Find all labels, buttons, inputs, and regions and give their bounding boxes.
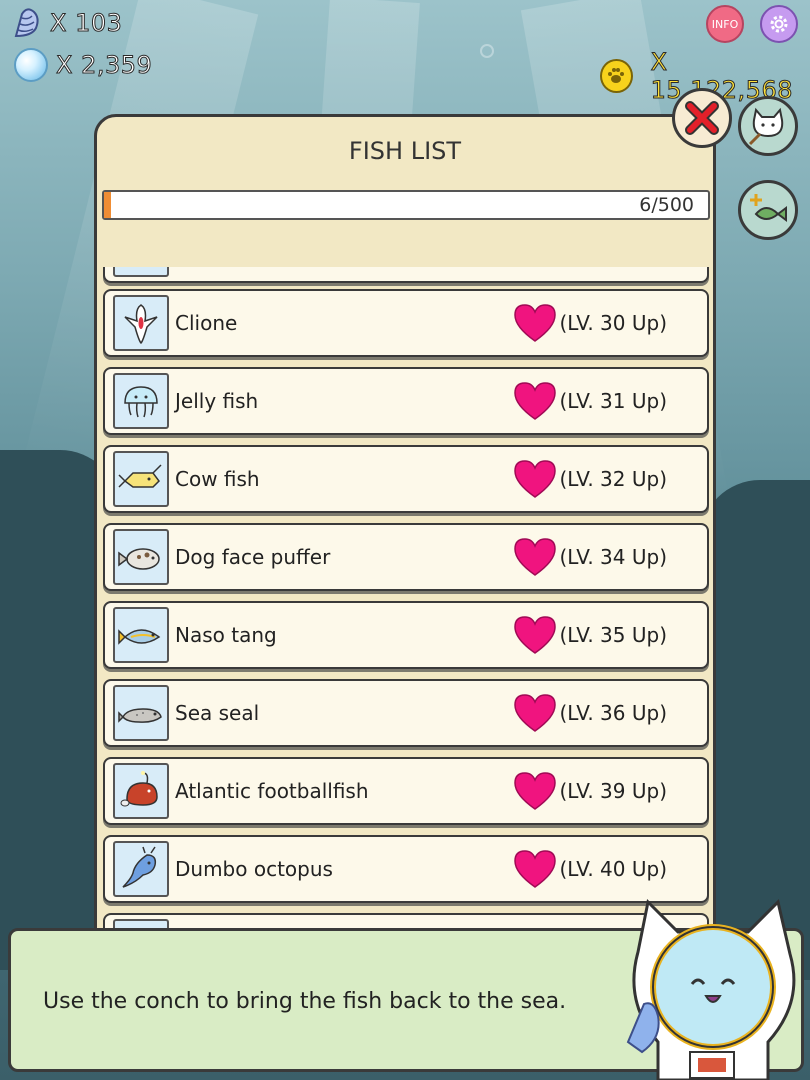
- list-item[interactable]: Jelly fish (LV. 31 Up): [103, 367, 709, 435]
- heart-icon: [514, 538, 557, 576]
- close-button[interactable]: [672, 88, 732, 148]
- pearl-counter: X 2,359: [14, 48, 152, 82]
- fish-thumbnail: [113, 267, 169, 277]
- fish-name: Dog face puffer: [175, 545, 331, 569]
- list-item[interactable]: Atlantic footballfish (LV. 39 Up): [103, 757, 709, 825]
- fish-name: Clione: [175, 311, 238, 335]
- list-item[interactable]: Naso tang (LV. 35 Up): [103, 601, 709, 669]
- conch-icon: [14, 8, 39, 38]
- pearl-count: X 2,359: [55, 51, 153, 80]
- seal-icon: [113, 685, 169, 741]
- info-label: INFO: [711, 17, 739, 31]
- panel-title: FISH LIST: [348, 137, 462, 165]
- fish-unlock-level: (LV. 40 Up): [559, 857, 667, 881]
- list-item[interactable]: Cow fish (LV. 32 Up): [103, 445, 709, 513]
- coin-count: X 15,122,568: [650, 48, 793, 105]
- bubble: [480, 44, 494, 58]
- conch-counter: X 103: [12, 6, 122, 40]
- heart-icon: [514, 616, 557, 654]
- fish-unlock-level: (LV. 32 Up): [559, 467, 667, 491]
- progress-label: 6/500: [639, 194, 694, 216]
- cat-fisher-icon: [748, 107, 784, 146]
- heart-icon: [514, 382, 557, 420]
- fish-unlock-level: (LV. 34 Up): [559, 545, 667, 569]
- heart-icon: [514, 850, 557, 888]
- fish-unlock-level: (LV. 39 Up): [559, 779, 667, 803]
- feed-fish-button[interactable]: [738, 180, 798, 240]
- collection-progress-bar: 6/500: [102, 190, 710, 220]
- fish-name: Naso tang: [175, 623, 277, 647]
- fish-unlock-level: (LV. 30 Up): [559, 311, 667, 335]
- fish-unlock-level: (LV. 36 Up): [559, 701, 667, 725]
- fish-list-panel: FISH LIST 6/500 Clione (LV. 30 Up) Jelly…: [94, 114, 716, 1014]
- progress-fill: [104, 192, 112, 218]
- tip-text: Use the conch to bring the fish back to …: [43, 989, 567, 1014]
- fish-unlock-level: (LV. 31 Up): [559, 389, 667, 413]
- octopus-icon: [113, 841, 169, 897]
- fish-name: Atlantic footballfish: [175, 779, 369, 803]
- list-item[interactable]: [103, 267, 709, 283]
- fish-feed-icon: [750, 194, 787, 222]
- fish-name: Jelly fish: [175, 389, 259, 413]
- list-item[interactable]: Sea seal (LV. 36 Up): [103, 679, 709, 747]
- heart-icon: [514, 694, 557, 732]
- fish-name: Dumbo octopus: [175, 857, 333, 881]
- settings-button[interactable]: [760, 5, 798, 43]
- footballfish-icon: [113, 763, 169, 819]
- pearl-icon: [14, 48, 48, 82]
- close-icon: [685, 101, 719, 135]
- heart-icon: [514, 460, 557, 498]
- astronaut-cat-mascot: [626, 898, 796, 1080]
- conch-count: X 103: [49, 9, 123, 38]
- fish-name: Cow fish: [175, 467, 260, 491]
- naso-tang-icon: [113, 607, 169, 663]
- heart-icon: [514, 304, 557, 342]
- fish-name: Sea seal: [175, 701, 260, 725]
- cat-fishing-button[interactable]: [738, 96, 798, 156]
- heart-icon: [514, 772, 557, 810]
- list-item[interactable]: Clione (LV. 30 Up): [103, 289, 709, 357]
- gear-icon: [770, 15, 788, 33]
- jellyfish-icon: [113, 373, 169, 429]
- info-button[interactable]: INFO: [706, 5, 744, 43]
- clione-icon: [113, 295, 169, 351]
- cowfish-icon: [113, 451, 169, 507]
- fish-unlock-level: (LV. 35 Up): [559, 623, 667, 647]
- list-item[interactable]: Dog face puffer (LV. 34 Up): [103, 523, 709, 591]
- paw-coin-icon: [600, 59, 633, 93]
- puffer-icon: [113, 529, 169, 585]
